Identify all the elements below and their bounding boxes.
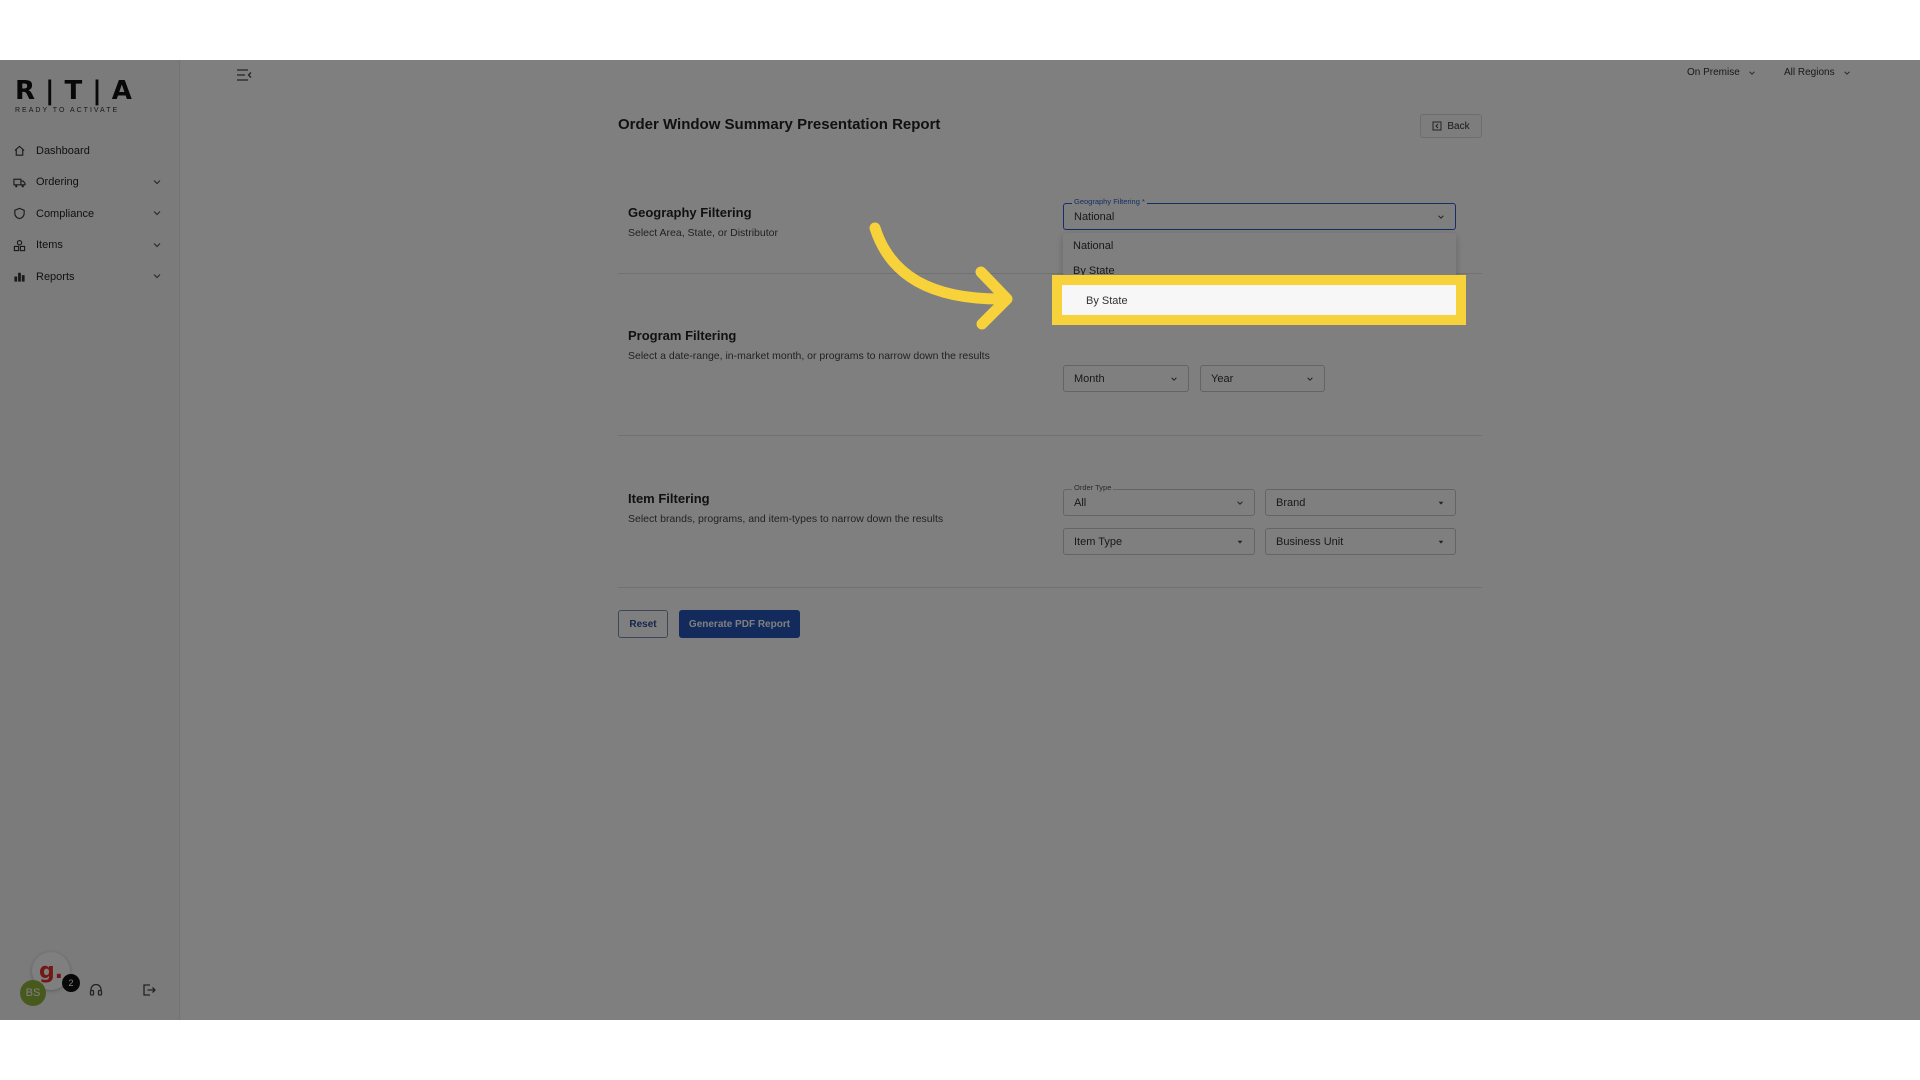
year-select[interactable]: Year — [1200, 365, 1325, 392]
reset-button[interactable]: Reset — [618, 610, 668, 638]
highlighted-option-by-state[interactable]: By State — [1052, 275, 1466, 325]
generate-pdf-button[interactable]: Generate PDF Report — [679, 610, 800, 638]
avatar[interactable]: BS — [20, 980, 46, 1006]
sidebar-item-items[interactable]: Items — [0, 230, 180, 262]
chevron-down-icon — [1237, 501, 1243, 505]
pointer-arrow-icon — [869, 222, 1013, 330]
back-label: Back — [1447, 120, 1470, 132]
chevron-down-icon[interactable] — [152, 177, 162, 187]
order-type-value: All — [1074, 496, 1087, 509]
divider — [618, 587, 1482, 588]
item-filtering-description: Select brands, programs, and item-types … — [628, 513, 944, 525]
back-icon — [1432, 121, 1442, 131]
headset-icon[interactable] — [88, 982, 104, 998]
sidebar-item-reports[interactable]: Reports — [0, 261, 180, 293]
program-title: Program Filtering — [628, 328, 737, 343]
caret-down-icon — [1237, 540, 1243, 544]
sidebar: R|T|A READY TO ACTIVATE Dashboard Orderi… — [0, 60, 180, 1020]
app-window: R|T|A READY TO ACTIVATE Dashboard Orderi… — [0, 60, 1920, 1020]
chevron-down-icon[interactable] — [152, 208, 162, 218]
page-title: Order Window Summary Presentation Report — [618, 116, 941, 133]
sidebar-item-label: Items — [36, 239, 63, 252]
order-type-label: Order Type — [1072, 483, 1114, 492]
logo[interactable]: R|T|A READY TO ACTIVATE — [15, 76, 142, 114]
brand-placeholder: Brand — [1276, 496, 1306, 509]
truck-icon — [13, 178, 26, 188]
item-type-select[interactable]: Item Type — [1063, 528, 1255, 555]
item-type-placeholder: Item Type — [1074, 535, 1123, 548]
caret-down-icon — [1438, 540, 1444, 544]
logo-text: R|T|A — [15, 76, 142, 106]
sidebar-item-ordering[interactable]: Ordering — [0, 167, 180, 199]
chevron-down-icon — [1171, 377, 1177, 381]
sidebar-item-dashboard[interactable]: Dashboard — [0, 135, 180, 167]
dropdown-option-national[interactable]: National — [1063, 233, 1456, 258]
logout-icon[interactable] — [141, 982, 157, 998]
business-unit-select[interactable]: Business Unit — [1265, 528, 1456, 555]
year-placeholder: Year — [1211, 372, 1234, 385]
caret-down-icon — [1438, 501, 1444, 505]
items-icon — [13, 239, 26, 251]
shield-icon — [14, 208, 25, 220]
month-placeholder: Month — [1074, 372, 1105, 385]
geography-title: Geography Filtering — [628, 205, 752, 220]
highlighted-option-label: By State — [1086, 295, 1128, 307]
chevron-down-icon — [1307, 377, 1313, 381]
main-content: Order Window Summary Presentation Report… — [180, 60, 1920, 1020]
sidebar-footer: g. BS 2 — [0, 940, 180, 1006]
item-filtering-title: Item Filtering — [628, 491, 710, 506]
sidebar-item-label: Reports — [36, 270, 75, 283]
sidebar-item-label: Ordering — [36, 176, 79, 189]
geography-value: National — [1074, 210, 1115, 223]
sidebar-item-compliance[interactable]: Compliance — [0, 198, 180, 230]
program-description: Select a date-range, in-market month, or… — [628, 350, 990, 362]
month-select[interactable]: Month — [1063, 365, 1189, 392]
divider — [618, 435, 1482, 436]
home-icon — [14, 145, 25, 156]
chevron-down-icon[interactable] — [152, 271, 162, 281]
logo-tagline: READY TO ACTIVATE — [15, 107, 120, 114]
back-button[interactable]: Back — [1420, 114, 1482, 138]
sidebar-item-label: Dashboard — [36, 144, 90, 157]
sidebar-item-label: Compliance — [36, 207, 95, 220]
chevron-down-icon — [1438, 215, 1444, 219]
business-unit-placeholder: Business Unit — [1276, 535, 1344, 548]
geography-field-label: Geography Filtering * — [1072, 197, 1147, 206]
sidebar-nav: Dashboard Ordering Compliance Items Repo… — [0, 135, 180, 293]
notification-badge[interactable]: 2 — [62, 974, 80, 992]
brand-select[interactable]: Brand — [1265, 489, 1456, 516]
chart-icon — [14, 273, 25, 282]
chevron-down-icon[interactable] — [152, 240, 162, 250]
order-type-select[interactable]: Order Type All — [1063, 483, 1255, 516]
geography-select[interactable]: Geography Filtering * National — [1063, 197, 1456, 230]
